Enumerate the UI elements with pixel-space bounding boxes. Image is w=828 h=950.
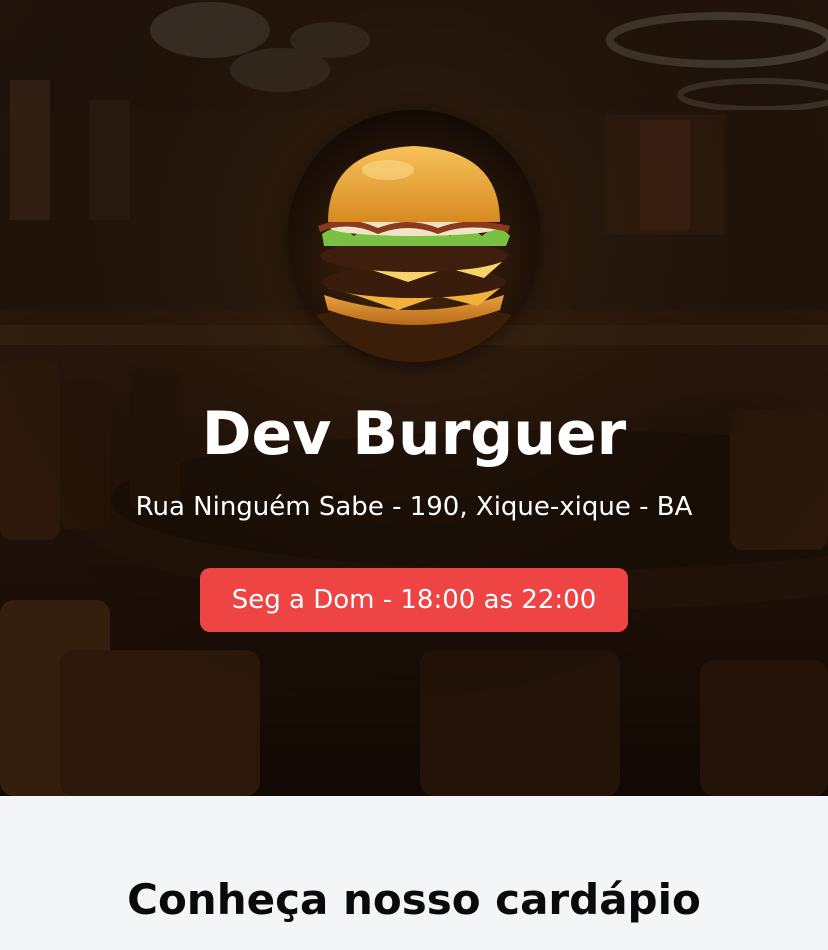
- restaurant-address: Rua Ninguém Sabe - 190, Xique-xique - BA: [135, 492, 693, 522]
- hero-header: Dev Burguer Rua Ninguém Sabe - 190, Xiqu…: [0, 0, 828, 796]
- opening-hours-badge: Seg a Dom - 18:00 as 22:00: [199, 568, 629, 632]
- menu-section-title: Conheça nosso cardápio: [127, 875, 701, 924]
- burger-logo-image: [288, 110, 540, 362]
- restaurant-name: Dev Burguer: [201, 399, 627, 469]
- menu-section: Conheça nosso cardápio: [0, 796, 828, 950]
- hero-content: Dev Burguer Rua Ninguém Sabe - 190, Xiqu…: [0, 0, 828, 796]
